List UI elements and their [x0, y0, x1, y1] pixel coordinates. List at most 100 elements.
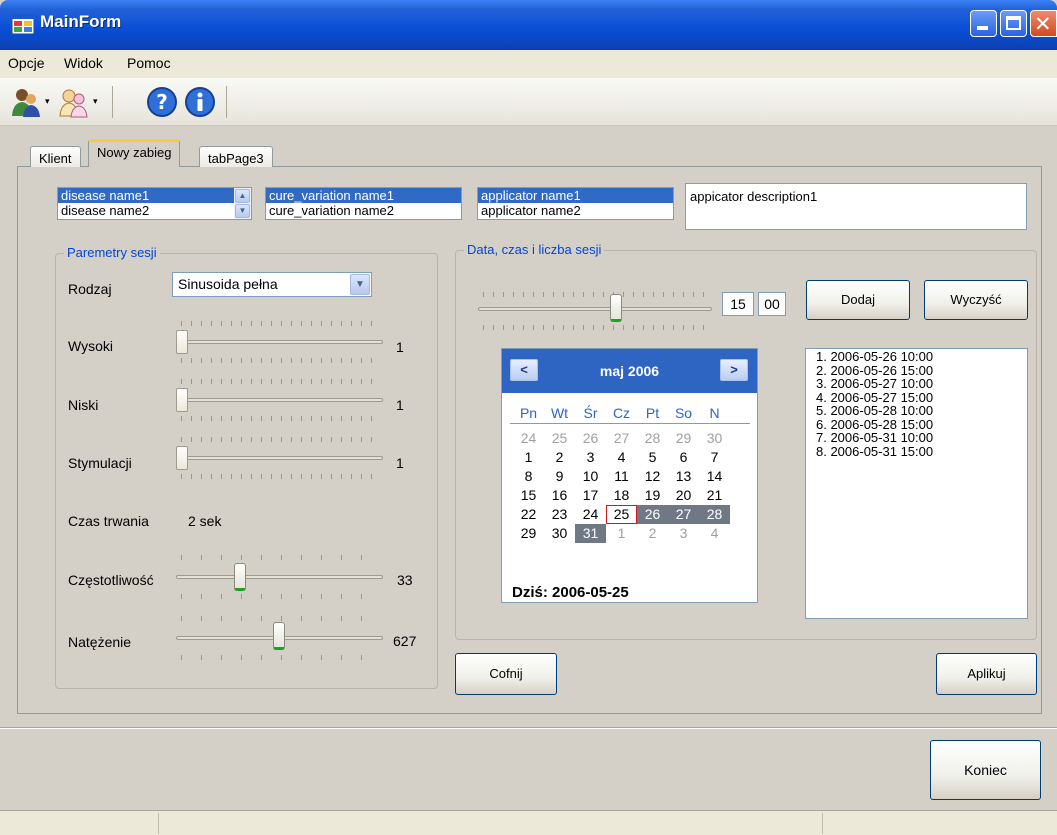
list-item[interactable]: cure_variation name2 — [266, 203, 461, 218]
users-icon[interactable] — [10, 86, 42, 118]
calendar-day[interactable]: 17 — [575, 486, 606, 505]
calendar-day[interactable]: 3 — [668, 524, 699, 543]
hour-field[interactable]: 15 — [722, 292, 754, 316]
calendar-day[interactable]: 26 — [637, 505, 668, 524]
exit-button[interactable]: Koniec — [930, 740, 1041, 800]
user-group-dropdown-arrow[interactable]: ▾ — [93, 96, 98, 107]
calendar-month-title[interactable]: maj 2006 — [502, 363, 757, 379]
calendar-day[interactable]: 23 — [544, 505, 575, 524]
users-dropdown-arrow[interactable]: ▾ — [45, 96, 50, 107]
list-item[interactable]: applicator name2 — [478, 203, 673, 218]
title-bar[interactable]: MainForm ✕ — [0, 0, 1057, 50]
menu-opcje[interactable]: Opcje — [8, 55, 45, 71]
calendar-day[interactable]: 1 — [513, 448, 544, 467]
calendar-day[interactable]: 31 — [575, 524, 606, 543]
niski-label: Niski — [68, 397, 99, 413]
calendar-day[interactable]: 28 — [699, 505, 730, 524]
calendar-day[interactable]: 20 — [668, 486, 699, 505]
calendar-day[interactable]: 16 — [544, 486, 575, 505]
sessions-listbox[interactable]: 1. 2006-05-26 10:00 2. 2006-05-26 15:00 3.… — [805, 348, 1028, 619]
list-item[interactable]: 1. 2006-05-26 10:00 — [816, 350, 1017, 364]
calendar-day[interactable]: 29 — [513, 524, 544, 543]
info-icon[interactable] — [184, 86, 216, 118]
calendar-day[interactable]: 13 — [668, 467, 699, 486]
list-item[interactable]: 7. 2006-05-31 10:00 — [816, 431, 1017, 445]
list-item[interactable]: disease name1 — [58, 188, 251, 203]
list-item[interactable]: 4. 2006-05-27 15:00 — [816, 390, 1017, 405]
disease-listbox[interactable]: disease name1 disease name2 ▲ ▼ — [57, 187, 252, 220]
calendar-day[interactable]: 15 — [513, 486, 544, 505]
calendar-day[interactable]: 27 — [668, 505, 699, 524]
calendar-day[interactable]: 24 — [513, 429, 544, 448]
undo-button[interactable]: Cofnij — [455, 653, 557, 695]
calendar-day[interactable]: 2 — [637, 524, 668, 543]
calendar-day[interactable]: 1 — [606, 524, 637, 543]
applicator-listbox[interactable]: applicator name1 applicator name2 — [477, 187, 674, 220]
time-slider-thumb[interactable] — [610, 294, 622, 322]
calendar-day[interactable]: 30 — [699, 429, 730, 448]
list-item[interactable]: applicator name1 — [478, 188, 673, 203]
calendar-day[interactable]: 11 — [606, 467, 637, 486]
calendar-day[interactable]: 4 — [606, 448, 637, 467]
calendar-day[interactable]: 7 — [699, 448, 730, 467]
help-icon[interactable]: ? — [146, 86, 178, 118]
calendar-next-icon[interactable]: > — [720, 359, 748, 381]
calendar-day[interactable]: 30 — [544, 524, 575, 543]
add-button[interactable]: Dodaj — [806, 280, 910, 320]
calendar-day[interactable]: 14 — [699, 467, 730, 486]
czestotliwosc-slider-thumb[interactable] — [233, 563, 246, 591]
calendar-day[interactable]: 18 — [606, 486, 637, 505]
tab-nowy-zabieg[interactable]: Nowy zabieg — [88, 139, 181, 167]
close-button[interactable]: ✕ — [1030, 10, 1057, 37]
calendar-day[interactable]: 10 — [575, 467, 606, 486]
calendar-day[interactable]: 25 — [606, 505, 637, 524]
calendar-day[interactable]: 5 — [637, 448, 668, 467]
calendar-day[interactable]: 21 — [699, 486, 730, 505]
scroll-down-icon[interactable]: ▼ — [235, 204, 250, 218]
list-item[interactable]: 2. 2006-05-26 15:00 — [816, 363, 1017, 378]
natezenie-slider-thumb[interactable] — [272, 622, 285, 650]
list-item[interactable]: 6. 2006-05-28 15:00 — [816, 417, 1017, 432]
menu-pomoc[interactable]: Pomoc — [127, 55, 171, 71]
calendar-day[interactable]: 22 — [513, 505, 544, 524]
stymulacji-slider-thumb[interactable] — [176, 446, 188, 470]
calendar-day[interactable]: 9 — [544, 467, 575, 486]
calendar-day[interactable]: 28 — [637, 429, 668, 448]
calendar-day[interactable]: 26 — [575, 429, 606, 448]
calendar-day[interactable]: 8 — [513, 467, 544, 486]
clear-button[interactable]: Wyczyść — [924, 280, 1028, 320]
rodzaj-combobox[interactable]: Sinusoida pełna ▼ — [172, 272, 372, 297]
calendar-day[interactable]: 12 — [637, 467, 668, 486]
list-item[interactable]: 8. 2006-05-31 15:00 — [816, 444, 1017, 459]
calendar-day[interactable]: 24 — [575, 505, 606, 524]
minute-field[interactable]: 00 — [758, 292, 786, 316]
calendar-day[interactable]: 2 — [544, 448, 575, 467]
niski-slider-thumb[interactable] — [176, 388, 188, 412]
calendar-day[interactable]: 3 — [575, 448, 606, 467]
list-item[interactable]: disease name2 — [58, 203, 251, 218]
wysoki-slider-thumb[interactable] — [176, 330, 188, 354]
list-item[interactable]: cure_variation name1 — [266, 188, 461, 203]
chevron-down-icon[interactable]: ▼ — [350, 274, 370, 295]
cure-variation-listbox[interactable]: cure_variation name1 cure_variation name… — [265, 187, 462, 220]
calendar-today-label[interactable]: Dziś: 2006-05-25 — [512, 584, 629, 601]
calendar-day[interactable]: 25 — [544, 429, 575, 448]
list-item[interactable]: 3. 2006-05-27 10:00 — [816, 377, 1017, 391]
tab-klient[interactable]: Klient — [30, 146, 81, 167]
calendar-day[interactable]: 27 — [606, 429, 637, 448]
month-calendar[interactable]: < maj 2006 > Dziś: 2006-05-25 Pn Wt Śr Cz Pt… — [501, 348, 758, 603]
calendar-day[interactable]: 19 — [637, 486, 668, 505]
applicator-description-field[interactable]: appicator description1 — [685, 183, 1027, 230]
tab-page3[interactable]: tabPage3 — [199, 146, 273, 167]
list-item[interactable]: 5. 2006-05-28 10:00 — [816, 404, 1017, 418]
apply-button[interactable]: Aplikuj — [936, 653, 1037, 695]
calendar-day[interactable]: 29 — [668, 429, 699, 448]
disease-scrollbar[interactable]: ▲ ▼ — [234, 188, 251, 219]
calendar-day[interactable]: 4 — [699, 524, 730, 543]
scroll-up-icon[interactable]: ▲ — [235, 189, 250, 203]
menu-widok[interactable]: Widok — [64, 55, 103, 71]
user-group-icon[interactable] — [58, 86, 90, 118]
calendar-day[interactable]: 6 — [668, 448, 699, 467]
minimize-button[interactable] — [970, 10, 997, 37]
maximize-button[interactable] — [1000, 10, 1027, 37]
